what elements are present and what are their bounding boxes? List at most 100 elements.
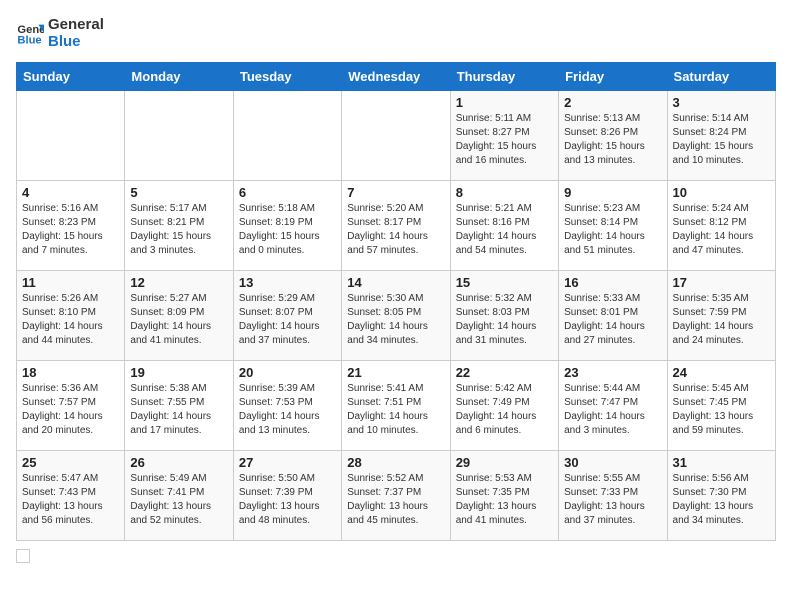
day-cell: 17 Sunrise: 5:35 AM Sunset: 7:59 PM Dayli… (667, 271, 775, 361)
day-number: 12 (130, 275, 227, 290)
col-header-thursday: Thursday (450, 63, 558, 91)
day-info: Sunrise: 5:35 AM Sunset: 7:59 PM Dayligh… (673, 292, 770, 348)
day-number: 4 (22, 185, 119, 200)
day-number: 31 (673, 455, 770, 470)
day-info: Sunrise: 5:42 AM Sunset: 7:49 PM Dayligh… (456, 382, 553, 438)
day-info: Sunrise: 5:52 AM Sunset: 7:37 PM Dayligh… (347, 472, 444, 528)
day-cell: 27 Sunrise: 5:50 AM Sunset: 7:39 PM Dayli… (233, 451, 341, 541)
day-number: 14 (347, 275, 444, 290)
day-number: 16 (564, 275, 661, 290)
day-info: Sunrise: 5:55 AM Sunset: 7:33 PM Dayligh… (564, 472, 661, 528)
day-number: 28 (347, 455, 444, 470)
logo-icon: General Blue (16, 19, 44, 47)
day-cell: 31 Sunrise: 5:56 AM Sunset: 7:30 PM Dayli… (667, 451, 775, 541)
day-number: 26 (130, 455, 227, 470)
day-number: 10 (673, 185, 770, 200)
week-row-4: 18Sunrise: 5:36 AM Sunset: 7:57 PM Dayli… (17, 361, 776, 451)
day-cell: 9 Sunrise: 5:23 AM Sunset: 8:14 PM Daylig… (559, 181, 667, 271)
day-cell: 4 Sunrise: 5:16 AM Sunset: 8:23 PM Daylig… (17, 181, 125, 271)
legend-box (16, 549, 30, 563)
header: General Blue General Blue (16, 16, 776, 50)
day-number: 27 (239, 455, 336, 470)
logo-general: General (48, 16, 104, 33)
day-info: Sunrise: 5:17 AM Sunset: 8:21 PM Dayligh… (130, 202, 227, 258)
day-number: 11 (22, 275, 119, 290)
day-info: Sunrise: 5:56 AM Sunset: 7:30 PM Dayligh… (673, 472, 770, 528)
day-cell (17, 91, 125, 181)
day-cell: 20 Sunrise: 5:39 AM Sunset: 7:53 PM Dayli… (233, 361, 341, 451)
day-number: 3 (673, 95, 770, 110)
day-cell: 24Sunrise: 5:45 AM Sunset: 7:45 PM Dayli… (667, 361, 775, 451)
day-info: Sunrise: 5:21 AM Sunset: 8:16 PM Dayligh… (456, 202, 553, 258)
col-header-wednesday: Wednesday (342, 63, 450, 91)
day-info: Sunrise: 5:39 AM Sunset: 7:53 PM Dayligh… (239, 382, 336, 438)
day-cell: 29 Sunrise: 5:53 AM Sunset: 7:35 PM Dayli… (450, 451, 558, 541)
day-number: 30 (564, 455, 661, 470)
day-number: 9 (564, 185, 661, 200)
day-cell: 15 Sunrise: 5:32 AM Sunset: 8:03 PM Dayli… (450, 271, 558, 361)
day-cell: 30 Sunrise: 5:55 AM Sunset: 7:33 PM Dayli… (559, 451, 667, 541)
day-cell: 21 Sunrise: 5:41 AM Sunset: 7:51 PM Dayli… (342, 361, 450, 451)
day-cell: 28 Sunrise: 5:52 AM Sunset: 7:37 PM Dayli… (342, 451, 450, 541)
day-cell: 2Sunrise: 5:13 AM Sunset: 8:26 PM Daylig… (559, 91, 667, 181)
header-row: SundayMondayTuesdayWednesdayThursdayFrid… (17, 63, 776, 91)
day-number: 24 (673, 365, 770, 380)
day-cell (233, 91, 341, 181)
day-cell: 10 Sunrise: 5:24 AM Sunset: 8:12 PM Dayli… (667, 181, 775, 271)
day-info: Sunrise: 5:16 AM Sunset: 8:23 PM Dayligh… (22, 202, 119, 258)
day-cell: 11 Sunrise: 5:26 AM Sunset: 8:10 PM Dayli… (17, 271, 125, 361)
day-number: 20 (239, 365, 336, 380)
day-info: Sunrise: 5:50 AM Sunset: 7:39 PM Dayligh… (239, 472, 336, 528)
calendar-table: SundayMondayTuesdayWednesdayThursdayFrid… (16, 62, 776, 541)
day-cell: 12 Sunrise: 5:27 AM Sunset: 8:09 PM Dayli… (125, 271, 233, 361)
week-row-2: 4 Sunrise: 5:16 AM Sunset: 8:23 PM Daylig… (17, 181, 776, 271)
day-cell: 14 Sunrise: 5:30 AM Sunset: 8:05 PM Dayli… (342, 271, 450, 361)
day-number: 29 (456, 455, 553, 470)
day-cell: 19Sunrise: 5:38 AM Sunset: 7:55 PM Dayli… (125, 361, 233, 451)
day-number: 5 (130, 185, 227, 200)
day-info: Sunrise: 5:53 AM Sunset: 7:35 PM Dayligh… (456, 472, 553, 528)
col-header-monday: Monday (125, 63, 233, 91)
day-info: Sunrise: 5:27 AM Sunset: 8:09 PM Dayligh… (130, 292, 227, 348)
day-info: Sunrise: 5:41 AM Sunset: 7:51 PM Dayligh… (347, 382, 444, 438)
day-info: Sunrise: 5:23 AM Sunset: 8:14 PM Dayligh… (564, 202, 661, 258)
day-cell: 18Sunrise: 5:36 AM Sunset: 7:57 PM Dayli… (17, 361, 125, 451)
day-cell: 5 Sunrise: 5:17 AM Sunset: 8:21 PM Daylig… (125, 181, 233, 271)
day-cell: 23 Sunrise: 5:44 AM Sunset: 7:47 PM Dayli… (559, 361, 667, 451)
day-info: Sunrise: 5:30 AM Sunset: 8:05 PM Dayligh… (347, 292, 444, 348)
day-number: 17 (673, 275, 770, 290)
day-number: 1 (456, 95, 553, 110)
day-number: 8 (456, 185, 553, 200)
day-info: Sunrise: 5:24 AM Sunset: 8:12 PM Dayligh… (673, 202, 770, 258)
day-info: Sunrise: 5:32 AM Sunset: 8:03 PM Dayligh… (456, 292, 553, 348)
week-row-1: 1 Sunrise: 5:11 AM Sunset: 8:27 PM Daylig… (17, 91, 776, 181)
col-header-saturday: Saturday (667, 63, 775, 91)
svg-text:Blue: Blue (17, 35, 41, 47)
day-info: Sunrise: 5:44 AM Sunset: 7:47 PM Dayligh… (564, 382, 661, 438)
day-info: Sunrise: 5:33 AM Sunset: 8:01 PM Dayligh… (564, 292, 661, 348)
day-info: Sunrise: 5:47 AM Sunset: 7:43 PM Dayligh… (22, 472, 119, 528)
week-row-5: 25 Sunrise: 5:47 AM Sunset: 7:43 PM Dayli… (17, 451, 776, 541)
day-number: 23 (564, 365, 661, 380)
day-info: Sunrise: 5:38 AM Sunset: 7:55 PM Dayligh… (130, 382, 227, 438)
day-info: Sunrise: 5:11 AM Sunset: 8:27 PM Dayligh… (456, 112, 553, 168)
day-info: Sunrise: 5:26 AM Sunset: 8:10 PM Dayligh… (22, 292, 119, 348)
day-number: 15 (456, 275, 553, 290)
day-cell: 3Sunrise: 5:14 AM Sunset: 8:24 PM Daylig… (667, 91, 775, 181)
day-cell: 16 Sunrise: 5:33 AM Sunset: 8:01 PM Dayli… (559, 271, 667, 361)
day-number: 18 (22, 365, 119, 380)
day-info: Sunrise: 5:49 AM Sunset: 7:41 PM Dayligh… (130, 472, 227, 528)
day-cell: 8 Sunrise: 5:21 AM Sunset: 8:16 PM Daylig… (450, 181, 558, 271)
day-number: 22 (456, 365, 553, 380)
day-cell (342, 91, 450, 181)
day-number: 25 (22, 455, 119, 470)
day-cell: 26 Sunrise: 5:49 AM Sunset: 7:41 PM Dayli… (125, 451, 233, 541)
logo: General Blue General Blue (16, 16, 104, 50)
day-number: 21 (347, 365, 444, 380)
day-cell: 6Sunrise: 5:18 AM Sunset: 8:19 PM Daylig… (233, 181, 341, 271)
day-cell: 1 Sunrise: 5:11 AM Sunset: 8:27 PM Daylig… (450, 91, 558, 181)
day-number: 2 (564, 95, 661, 110)
day-cell: 25 Sunrise: 5:47 AM Sunset: 7:43 PM Dayli… (17, 451, 125, 541)
week-row-3: 11 Sunrise: 5:26 AM Sunset: 8:10 PM Dayli… (17, 271, 776, 361)
col-header-sunday: Sunday (17, 63, 125, 91)
